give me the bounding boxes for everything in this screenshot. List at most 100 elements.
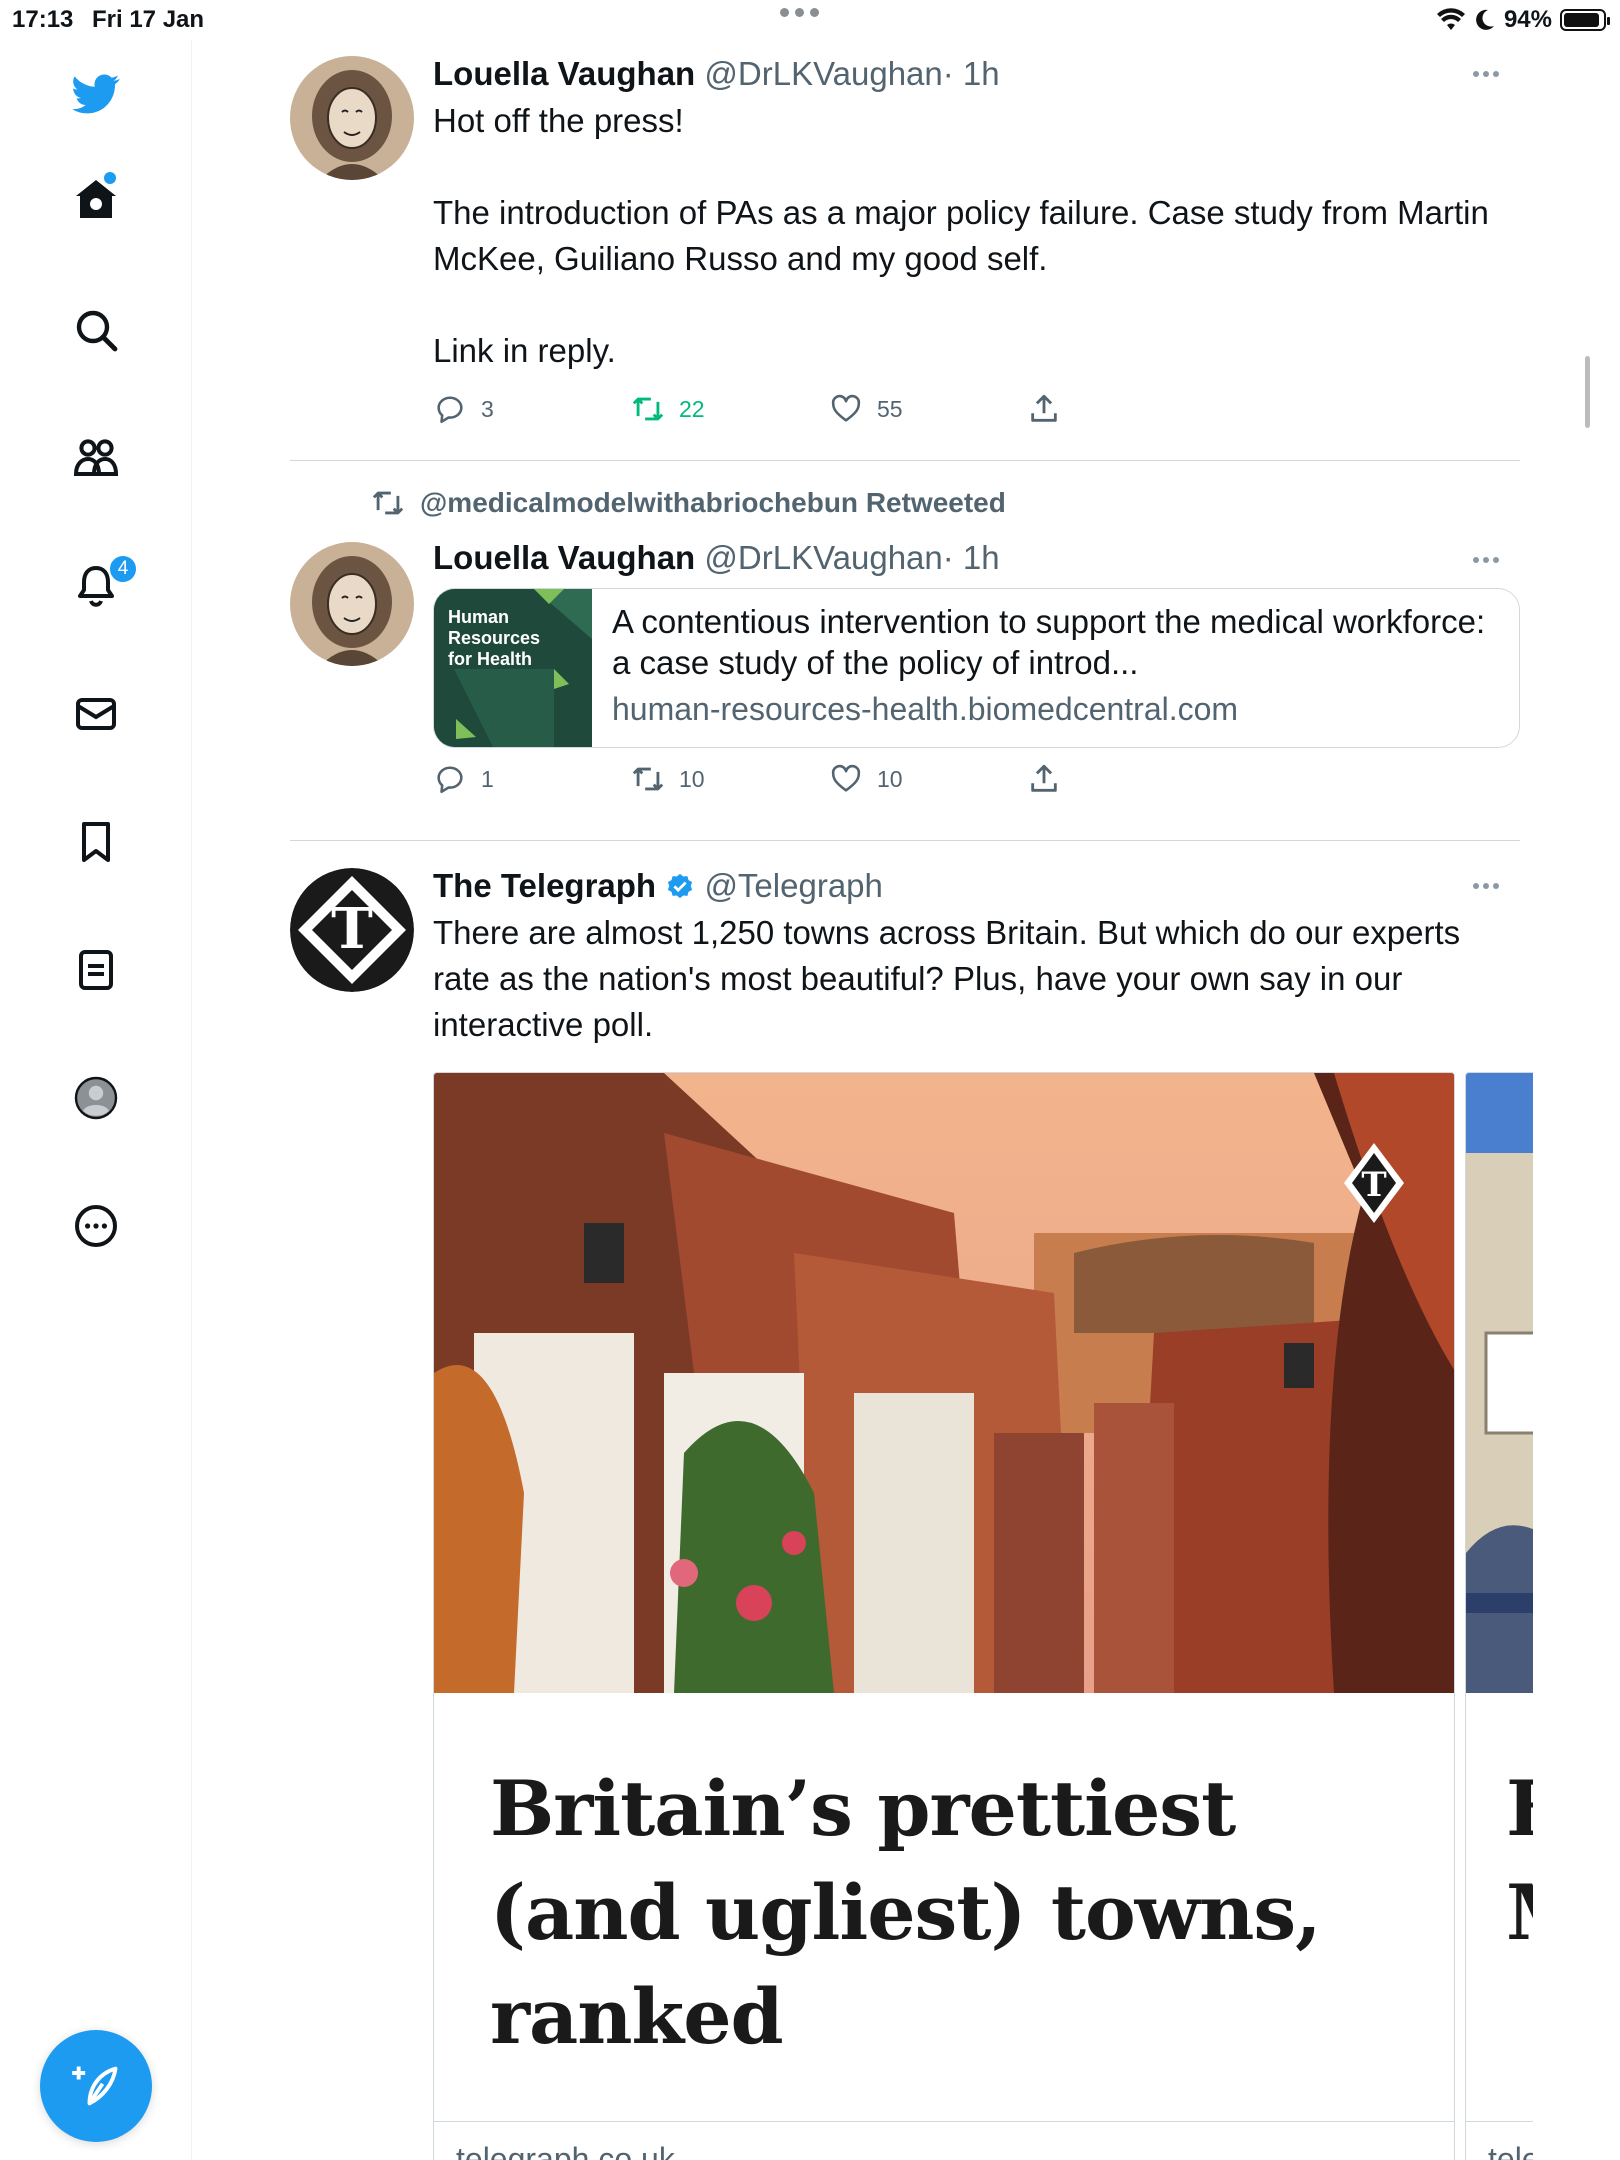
- author-handle[interactable]: @Telegraph: [704, 867, 882, 904]
- media-carousel[interactable]: T Britain’s prettiest (and ugliest) town…: [433, 1072, 1533, 2160]
- avatar[interactable]: [290, 56, 414, 180]
- like-button[interactable]: 10: [829, 762, 903, 796]
- author-avatar-sketch: [290, 542, 414, 666]
- tweet-divider: [290, 840, 1520, 841]
- card-domain[interactable]: telegraph.co.uk: [456, 2141, 675, 2160]
- retweeted-by-label[interactable]: @medicalmodelwithabriochebun Retweeted: [420, 487, 1006, 519]
- author-handle[interactable]: @DrLKVaughan: [704, 539, 942, 576]
- nav-notifications[interactable]: 4: [60, 550, 138, 622]
- avatar[interactable]: [290, 542, 414, 666]
- battery-percent: 94%: [1503, 6, 1552, 33]
- tweet-time[interactable]: · 1h: [943, 55, 1000, 92]
- like-count: 55: [877, 395, 903, 422]
- sidebar: 4: [0, 40, 192, 2160]
- retweet-icon: [632, 397, 664, 421]
- author-name[interactable]: Louella Vaughan: [433, 55, 695, 92]
- share-icon: [1031, 394, 1057, 422]
- like-count: 10: [877, 765, 903, 792]
- nav-communities[interactable]: [60, 422, 132, 494]
- reply-count: 1: [481, 765, 494, 792]
- more-horizontal-icon: [1473, 557, 1499, 563]
- author-avatar-sketch: [290, 56, 414, 180]
- tweet-text: There are almost 1,250 towns across Brit…: [433, 914, 1470, 1043]
- battery-icon: [1560, 9, 1610, 31]
- share-button[interactable]: [1027, 762, 1061, 796]
- more-options-button[interactable]: [1466, 540, 1506, 580]
- reply-icon: [437, 396, 463, 424]
- more-options-button[interactable]: [1466, 866, 1506, 906]
- retweet-icon: [632, 767, 664, 791]
- retweet-icon: [372, 491, 404, 515]
- town-street-image: T: [434, 1073, 1454, 1693]
- link-preview-card[interactable]: Human Resources for Health A contentious…: [433, 588, 1520, 748]
- tweet-header: Louella Vaughan @DrLKVaughan· 1h: [433, 538, 1520, 578]
- nav-messages[interactable]: [60, 678, 132, 750]
- tweet-header: The Telegraph @Telegraph: [433, 866, 1520, 906]
- compose-tweet-button[interactable]: [40, 2030, 152, 2142]
- share-icon: [1031, 764, 1057, 792]
- more-options-button[interactable]: [1466, 54, 1506, 94]
- multitasking-dots-icon[interactable]: [780, 8, 819, 17]
- list-icon: [79, 950, 113, 990]
- scroll-indicator[interactable]: [1585, 356, 1590, 428]
- reply-button[interactable]: 3: [433, 392, 494, 426]
- retweet-button[interactable]: 10: [631, 762, 705, 796]
- status-bar: 17:13 Fri 17 Jan 94%: [0, 0, 1620, 40]
- status-right: 94%: [1436, 6, 1610, 34]
- nav-more[interactable]: [60, 1190, 132, 1262]
- nav-lists[interactable]: [60, 934, 132, 1006]
- tweet[interactable]: T The Telegraph @Telegraph There are alm…: [290, 866, 1533, 2160]
- media-card[interactable]: T Britain’s prettiest (and ugliest) town…: [433, 1072, 1455, 2160]
- tweet-actions: 1 10 10: [433, 762, 1113, 802]
- journal-name-line: Resources: [448, 628, 541, 648]
- nav-bookmarks[interactable]: [60, 806, 132, 878]
- link-thumbnail: Human Resources for Health: [434, 589, 592, 747]
- bookmark-icon: [82, 822, 110, 862]
- envelope-icon: [76, 698, 116, 730]
- twitter-logo[interactable]: [60, 58, 132, 130]
- nav-profile[interactable]: [60, 1062, 132, 1134]
- reply-count: 3: [481, 395, 494, 422]
- more-horizontal-icon: [1473, 71, 1499, 77]
- tweet-actions: 3 22 55: [433, 392, 1113, 432]
- wifi-icon: [1436, 8, 1465, 30]
- feather-plus-icon: [72, 2066, 118, 2106]
- home-unread-dot: [104, 172, 116, 184]
- reply-icon: [437, 766, 463, 794]
- more-horizontal-icon: [1473, 883, 1499, 889]
- tweet-time[interactable]: · 1h: [943, 539, 1000, 576]
- more-circle-icon: [75, 1205, 117, 1247]
- moon-icon: [1476, 9, 1494, 30]
- card-headline: Britain’s prettiest (and ugliest) towns,…: [490, 1764, 1322, 2061]
- building-facade-image: [1466, 1073, 1533, 1693]
- media-card[interactable]: F M teleg: [1465, 1072, 1533, 2160]
- tweet-header: Louella Vaughan @DrLKVaughan· 1h: [433, 54, 1520, 94]
- author-name[interactable]: The Telegraph: [433, 867, 656, 904]
- link-title: A contentious intervention to support th…: [612, 603, 1486, 681]
- link-info: A contentious intervention to support th…: [592, 589, 1519, 747]
- nav-home[interactable]: [60, 164, 132, 236]
- card-divider: [434, 2121, 1454, 2122]
- link-domain: human-resources-health.biomedcentral.com: [612, 691, 1239, 727]
- tweet[interactable]: Louella Vaughan @DrLKVaughan· 1h Hot off…: [290, 54, 1520, 474]
- avatar[interactable]: T: [290, 868, 414, 992]
- reply-button[interactable]: 1: [433, 762, 494, 796]
- card-divider: [1466, 2121, 1533, 2122]
- journal-name-line: for Health: [448, 649, 533, 669]
- author-name[interactable]: Louella Vaughan: [433, 539, 695, 576]
- journal-name: Human Resources for Health: [448, 607, 540, 670]
- tweet[interactable]: @medicalmodelwithabriochebun Retweeted L…: [290, 486, 1520, 856]
- like-button[interactable]: 55: [829, 392, 903, 426]
- tweet-divider: [290, 460, 1520, 461]
- tweet-text: Hot off the press! The introduction of P…: [433, 102, 1489, 369]
- journal-name-line: Human: [448, 607, 510, 627]
- svg-text:T: T: [1361, 1165, 1386, 1205]
- card-domain[interactable]: teleg: [1488, 2141, 1533, 2160]
- share-button[interactable]: [1027, 392, 1061, 426]
- retweet-button[interactable]: 22: [631, 392, 705, 426]
- notification-badge: 4: [108, 554, 138, 584]
- nav-explore[interactable]: [60, 294, 132, 366]
- author-handle[interactable]: @DrLKVaughan: [704, 55, 942, 92]
- retweet-count: 22: [679, 395, 705, 422]
- status-time: 17:13: [12, 6, 74, 33]
